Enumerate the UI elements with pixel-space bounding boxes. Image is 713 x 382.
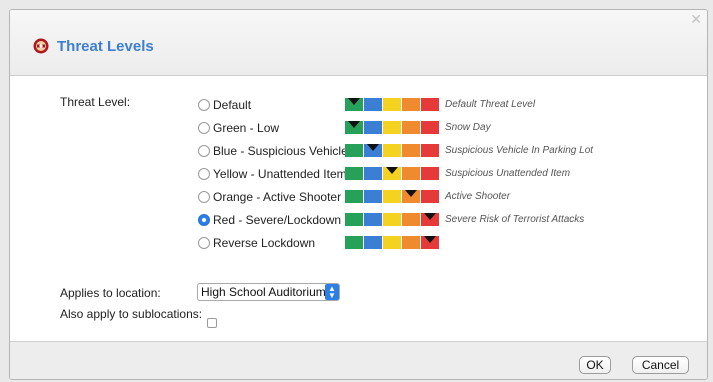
level-marker-icon <box>405 190 417 197</box>
sublocations-checkbox[interactable] <box>207 318 217 328</box>
threat-color-segment-orange <box>402 167 420 180</box>
threat-option[interactable]: Red - Severe/Lockdown <box>198 212 341 228</box>
threat-color-segment-blue <box>364 144 382 157</box>
threat-color-segment-blue <box>364 190 382 203</box>
threat-color-segment-red <box>421 236 439 249</box>
threat-levels-dialog: ✕ Threat Levels Threat Level: Default Def… <box>9 9 708 380</box>
threat-color-segment-orange <box>402 121 420 134</box>
radio-button[interactable] <box>198 168 210 180</box>
cancel-button[interactable]: Cancel <box>632 356 689 374</box>
threat-color-bar <box>345 213 439 226</box>
threat-color-segment-green <box>345 190 363 203</box>
dialog-body <box>10 76 707 340</box>
threat-option-description: Suspicious Unattended Item <box>445 168 571 179</box>
threat-color-segment-orange <box>402 98 420 111</box>
threat-option[interactable]: Default <box>198 97 251 113</box>
threat-color-segment-blue <box>364 121 382 134</box>
radio-dot <box>202 218 206 222</box>
radio-button[interactable] <box>198 122 210 134</box>
applies-to-location-label: Applies to location: <box>60 286 161 300</box>
threat-option-description: Active Shooter <box>445 191 511 202</box>
threat-color-segment-orange <box>402 236 420 249</box>
threat-color-segment-green <box>345 213 363 226</box>
threat-option[interactable]: Orange - Active Shooter <box>198 189 341 205</box>
threat-level-icon <box>33 38 49 54</box>
threat-option[interactable]: Green - Low <box>198 120 279 136</box>
location-select-value: High School Auditorium <box>201 285 325 299</box>
threat-color-segment-red <box>421 121 439 134</box>
radio-button[interactable] <box>198 191 210 203</box>
threat-color-segment-blue <box>364 213 382 226</box>
close-icon[interactable]: ✕ <box>690 12 702 26</box>
threat-option-label: Orange - Active Shooter <box>213 190 342 204</box>
radio-button[interactable] <box>198 145 210 157</box>
level-marker-icon <box>367 144 379 151</box>
threat-color-bar <box>345 121 439 134</box>
threat-color-segment-blue <box>364 236 382 249</box>
threat-color-segment-blue <box>364 98 382 111</box>
threat-color-bar <box>345 144 439 157</box>
radio-button[interactable] <box>198 214 210 226</box>
threat-color-segment-red <box>421 144 439 157</box>
threat-option-label: Green - Low <box>213 121 280 135</box>
threat-color-segment-red <box>421 167 439 180</box>
dialog-title: Threat Levels <box>57 38 154 55</box>
threat-option[interactable]: Blue - Suspicious Vehicle <box>198 143 348 159</box>
location-select[interactable]: High School Auditorium ▲ ▼ <box>197 283 340 301</box>
up-down-chevron-icon: ▲ ▼ <box>325 284 339 300</box>
threat-color-segment-yellow <box>383 167 401 180</box>
threat-option[interactable]: Reverse Lockdown <box>198 235 315 251</box>
threat-color-segment-green <box>345 98 363 111</box>
threat-color-segment-orange <box>402 190 420 203</box>
threat-option-label: Blue - Suspicious Vehicle <box>213 144 348 158</box>
threat-color-segment-green <box>345 121 363 134</box>
radio-button[interactable] <box>198 237 210 249</box>
threat-color-segment-blue <box>364 167 382 180</box>
dialog-header: ✕ Threat Levels <box>10 10 707 76</box>
threat-option-label: Red - Severe/Lockdown <box>213 213 342 227</box>
threat-color-segment-green <box>345 144 363 157</box>
threat-color-segment-yellow <box>383 98 401 111</box>
threat-option-description: Suspicious Vehicle In Parking Lot <box>445 145 594 156</box>
threat-option-description: Severe Risk of Terrorist Attacks <box>445 214 585 225</box>
threat-color-segment-green <box>345 236 363 249</box>
level-marker-icon <box>348 121 360 128</box>
ok-button[interactable]: OK <box>579 356 611 374</box>
level-marker-icon <box>386 167 398 174</box>
threat-color-segment-red <box>421 190 439 203</box>
threat-option-label: Default <box>213 98 252 112</box>
threat-option[interactable]: Yellow - Unattended Item <box>198 166 347 182</box>
level-marker-icon <box>348 98 360 105</box>
threat-color-bar <box>345 236 439 249</box>
threat-color-segment-yellow <box>383 190 401 203</box>
threat-color-segment-yellow <box>383 213 401 226</box>
threat-color-bar <box>345 167 439 180</box>
radio-button[interactable] <box>198 99 210 111</box>
threat-color-segment-orange <box>402 144 420 157</box>
level-marker-icon <box>424 213 436 220</box>
level-marker-icon <box>424 236 436 243</box>
threat-color-segment-orange <box>402 213 420 226</box>
threat-level-label: Threat Level: <box>60 95 131 109</box>
threat-color-segment-red <box>421 98 439 111</box>
threat-option-label: Reverse Lockdown <box>213 236 316 250</box>
threat-option-description: Default Threat Level <box>445 99 536 110</box>
threat-color-segment-yellow <box>383 236 401 249</box>
dialog-footer: OK Cancel <box>10 341 707 379</box>
threat-color-segment-green <box>345 167 363 180</box>
threat-option-description: Snow Day <box>445 122 491 133</box>
threat-color-bar <box>345 190 439 203</box>
threat-color-bar <box>345 98 439 111</box>
threat-option-label: Yellow - Unattended Item <box>213 167 347 181</box>
threat-color-segment-yellow <box>383 144 401 157</box>
sublocations-label: Also apply to sublocations: <box>60 307 203 321</box>
threat-color-segment-yellow <box>383 121 401 134</box>
threat-color-segment-red <box>421 213 439 226</box>
